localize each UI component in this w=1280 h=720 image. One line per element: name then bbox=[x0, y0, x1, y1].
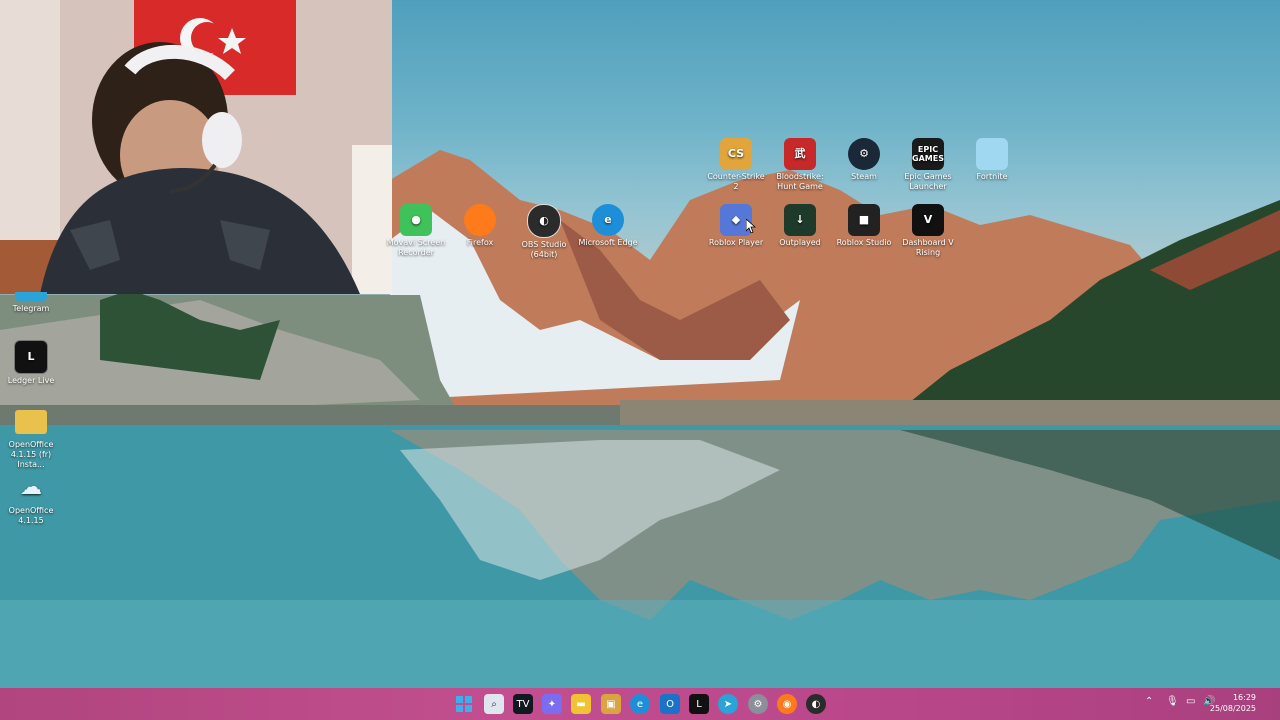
desktop-icon-steam[interactable]: ⚙ Steam bbox=[834, 138, 894, 182]
taskbar-store[interactable]: ▣ bbox=[601, 694, 621, 714]
desktop-icon-label: Dashboard V Rising bbox=[902, 238, 954, 257]
desktop-icon-label: OBS Studio (64bit) bbox=[521, 240, 567, 259]
desktop-icon-openoffice[interactable]: ☁ OpenOffice 4.1.15 bbox=[1, 472, 61, 526]
desktop-icon-label: Counter-Strike 2 bbox=[707, 172, 765, 191]
taskbar-telegram[interactable]: ➤ bbox=[718, 694, 738, 714]
obs-icon: ◐ bbox=[811, 698, 821, 710]
desktop-icon-label: Fortnite bbox=[976, 172, 1008, 181]
ledger-icon: L bbox=[696, 698, 702, 710]
firefox-icon: ◉ bbox=[782, 698, 792, 710]
microphone-icon[interactable]: 🎙 bbox=[1166, 696, 1179, 707]
outplayed-icon: ↓ bbox=[784, 204, 816, 236]
taskbar-edge[interactable]: e bbox=[630, 694, 650, 714]
taskbar-search-button[interactable]: ⌕ bbox=[484, 694, 504, 714]
firefox-icon bbox=[464, 204, 496, 236]
desktop-icon-edge[interactable]: e Microsoft Edge bbox=[578, 204, 638, 248]
fortnite-icon bbox=[976, 138, 1008, 170]
desktop-icon-movavi[interactable]: ● Movavi Screen Recorder bbox=[386, 204, 446, 258]
copilot-icon: ✦ bbox=[547, 698, 557, 710]
store-icon: ▣ bbox=[606, 698, 616, 710]
desktop-icon-label: Bloodstrike: Hunt Game bbox=[776, 172, 824, 191]
desktop-icon-ledger-live[interactable]: L Ledger Live bbox=[1, 340, 61, 386]
desktop-icon-telegram[interactable]: Telegram bbox=[1, 292, 61, 314]
tray-overflow-chevron-icon[interactable]: ⌃ bbox=[1145, 696, 1153, 707]
outlook-icon: O bbox=[666, 698, 674, 710]
counter-strike-icon: CS bbox=[720, 138, 752, 170]
openoffice-icon: ☁ bbox=[20, 475, 42, 500]
desktop-icon-v-rising[interactable]: V Dashboard V Rising bbox=[898, 204, 958, 258]
desktop-icon-roblox-player[interactable]: ◆ Roblox Player bbox=[706, 204, 766, 248]
desktop-icon-counter-strike[interactable]: CS Counter-Strike 2 bbox=[706, 138, 766, 192]
desktop-icon-label: Ledger Live bbox=[7, 376, 55, 385]
taskbar-outlook[interactable]: O bbox=[660, 694, 680, 714]
bloodstrike-icon: 武 bbox=[784, 138, 816, 170]
epic-games-icon: EPIC GAMES bbox=[912, 138, 944, 170]
search-icon: ⌕ bbox=[491, 698, 497, 710]
v-rising-icon: V bbox=[912, 204, 944, 236]
desktop-icon-label: Firefox bbox=[466, 238, 494, 247]
clock-time: 16:29 bbox=[1232, 693, 1256, 702]
desktop-icon-label: Outplayed bbox=[779, 238, 821, 247]
desktop-icon-obs[interactable]: ◐ OBS Studio (64bit) bbox=[514, 204, 574, 260]
telegram-icon bbox=[15, 292, 47, 302]
ledger-icon: L bbox=[14, 340, 48, 374]
desktop-icon-epic-games[interactable]: EPIC GAMES Epic Games Launcher bbox=[898, 138, 958, 192]
taskbar-clock[interactable]: 16:29 25/08/2025 bbox=[1210, 692, 1256, 714]
desktop-icon-label: Microsoft Edge bbox=[578, 238, 638, 247]
settings-icon: ⚙ bbox=[753, 698, 763, 710]
display-icon[interactable]: ▭ bbox=[1186, 696, 1195, 707]
folder-icon bbox=[15, 410, 47, 434]
movavi-icon: ● bbox=[400, 204, 432, 236]
taskbar: ⌕ TV ✦ ▬ ▣ e O L ➤ ⚙ ◉ ◐ ⌃ 🎙 ▭ 🔊 16:29 2… bbox=[0, 688, 1280, 720]
steam-icon: ⚙ bbox=[848, 138, 880, 170]
telegram-icon: ➤ bbox=[723, 698, 733, 710]
taskbar-file-explorer[interactable]: ▬ bbox=[571, 694, 591, 714]
mouse-cursor-icon bbox=[746, 219, 756, 233]
desktop-icon-label: Movavi Screen Recorder bbox=[386, 238, 446, 257]
roblox-studio-icon: ■ bbox=[848, 204, 880, 236]
desktop-icon-bloodstrike[interactable]: 武 Bloodstrike: Hunt Game bbox=[770, 138, 830, 192]
taskbar-obs[interactable]: ◐ bbox=[806, 694, 826, 714]
webcam-overlay bbox=[0, 0, 392, 294]
desktop-icon-label: Epic Games Launcher bbox=[904, 172, 952, 191]
tradingview-icon: TV bbox=[516, 698, 530, 710]
desktop-background: Telegram L Ledger Live OpenOffice 4.1.15… bbox=[0, 0, 1280, 688]
desktop-icon-outplayed[interactable]: ↓ Outplayed bbox=[770, 204, 830, 248]
desktop-icon-roblox-studio[interactable]: ■ Roblox Studio bbox=[834, 204, 894, 248]
file-explorer-icon: ▬ bbox=[576, 698, 586, 710]
desktop-icon-label: Roblox Player bbox=[708, 238, 764, 247]
desktop-icon-label: OpenOffice 4.1.15 (fr) Insta... bbox=[8, 440, 54, 469]
desktop-icon-label: Steam bbox=[851, 172, 877, 181]
taskbar-copilot[interactable]: ✦ bbox=[542, 694, 562, 714]
taskbar-settings[interactable]: ⚙ bbox=[748, 694, 768, 714]
clock-date: 25/08/2025 bbox=[1209, 704, 1256, 713]
desktop-icon-fortnite[interactable]: Fortnite bbox=[962, 138, 1022, 182]
windows-start-button[interactable] bbox=[454, 694, 474, 714]
edge-icon: e bbox=[636, 698, 644, 710]
windows-start-icon bbox=[456, 696, 472, 712]
edge-icon: e bbox=[592, 204, 624, 236]
taskbar-ledger-live[interactable]: L bbox=[689, 694, 709, 714]
taskbar-tradingview[interactable]: TV bbox=[513, 694, 533, 714]
desktop-icon-label: Telegram bbox=[12, 304, 50, 313]
desktop-icon-label: OpenOffice 4.1.15 bbox=[8, 506, 54, 525]
webcam-person-image bbox=[0, 0, 392, 294]
taskbar-firefox[interactable]: ◉ bbox=[777, 694, 797, 714]
desktop-icon-firefox[interactable]: Firefox bbox=[450, 204, 510, 248]
desktop-icon-label: Roblox Studio bbox=[836, 238, 892, 247]
desktop-icon-openoffice-installer[interactable]: OpenOffice 4.1.15 (fr) Insta... bbox=[1, 406, 61, 470]
obs-icon: ◐ bbox=[527, 204, 561, 238]
